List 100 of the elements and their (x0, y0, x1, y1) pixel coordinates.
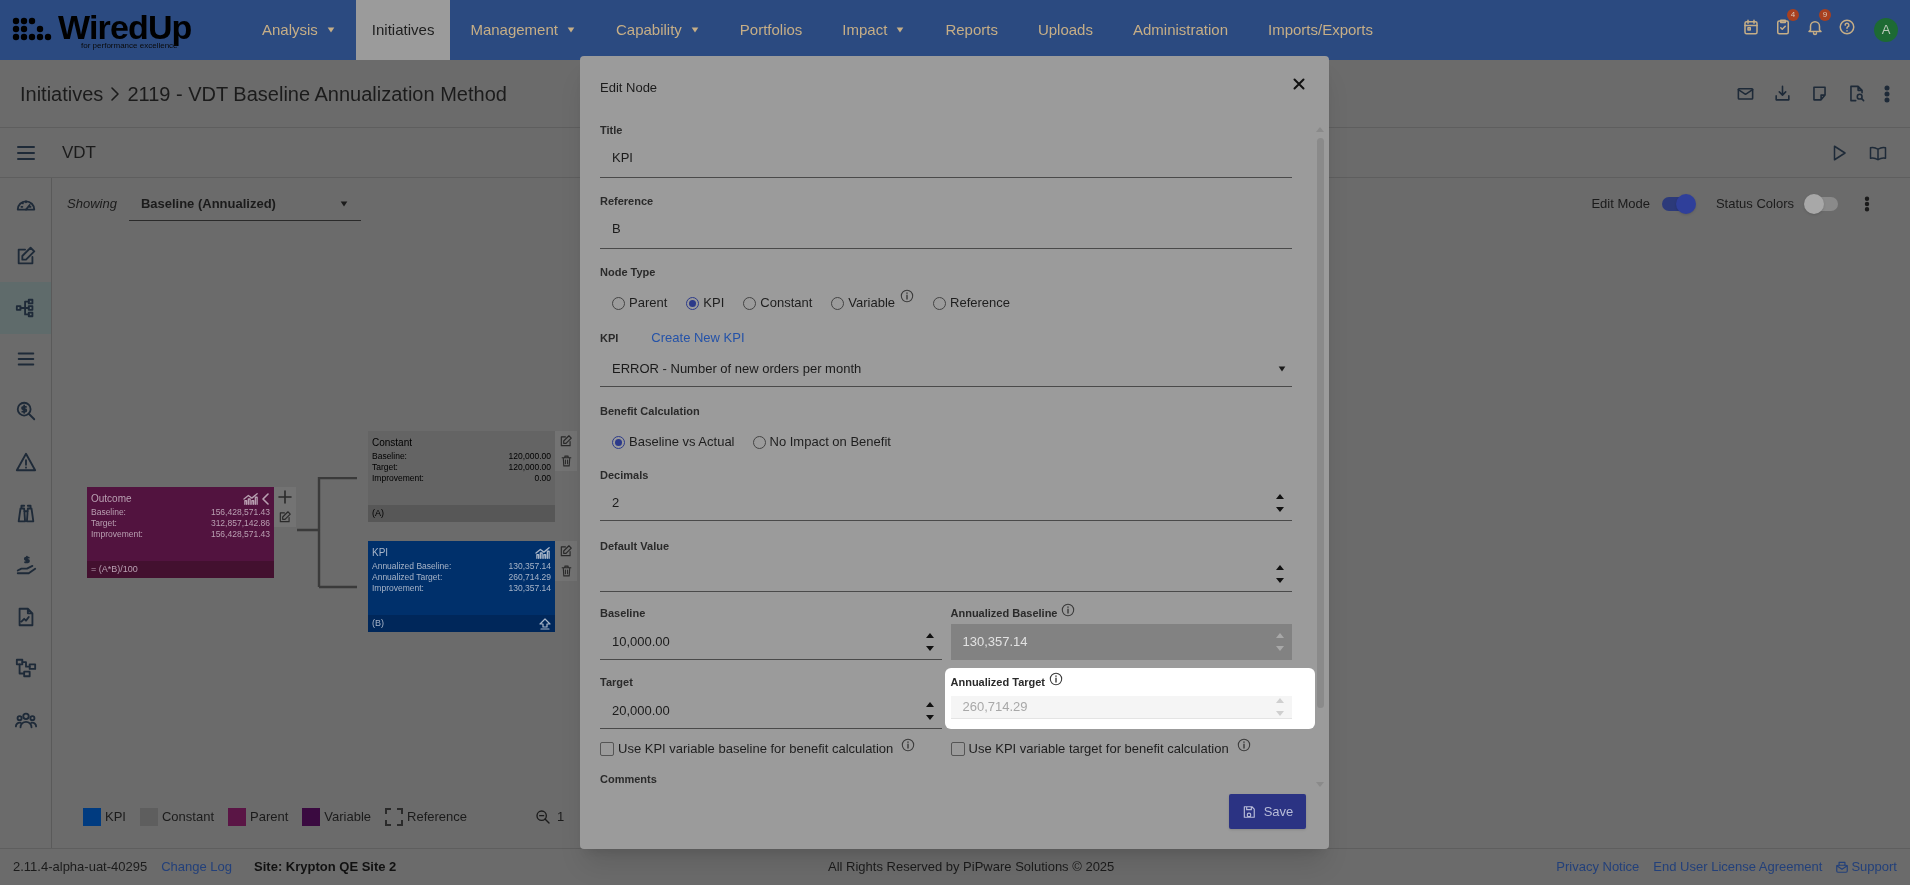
node-row-value: 120,000.00 (508, 462, 551, 473)
toolbar-button[interactable] (1773, 84, 1792, 103)
toolbar-button[interactable] (1847, 84, 1866, 103)
more-button[interactable] (1864, 196, 1870, 212)
field-label: Node Type (600, 265, 657, 280)
edit-button[interactable] (559, 434, 573, 448)
save-button[interactable]: Save (1229, 794, 1306, 829)
nav-tab[interactable]: Imports/Exports (1248, 0, 1394, 60)
edit-icon (559, 434, 573, 448)
node-row-label: Improvement: (372, 473, 424, 484)
node-row-value: 156,428,571.43 (210, 507, 270, 518)
number-field[interactable]: 20,000.00 (600, 693, 942, 729)
checkbox[interactable] (600, 741, 614, 756)
sidebar-button[interactable] (0, 282, 51, 334)
avatar[interactable]: A (1874, 18, 1898, 42)
radio-option[interactable]: Variable (831, 293, 896, 313)
node-row-label: Baseline: (372, 451, 407, 462)
node-row-label: Baseline: (91, 507, 126, 518)
zoom-level: 1 (557, 808, 565, 827)
toolbar-button[interactable] (1810, 84, 1829, 103)
download-icon (1773, 84, 1792, 103)
more-button[interactable] (1884, 84, 1890, 103)
number-field[interactable]: 10,000.00 (600, 624, 942, 660)
field-label: Target (600, 674, 633, 690)
node-row-label: Improvement: (91, 529, 143, 540)
node-row-value: 260,714.29 (508, 572, 551, 583)
more-icon (1884, 84, 1890, 103)
nav-tab[interactable]: Uploads (1017, 0, 1113, 60)
legend-label: Variable (324, 808, 372, 827)
breadcrumb-link[interactable]: Initiatives (20, 78, 104, 109)
nav-tab[interactable]: Portfolios (719, 0, 823, 60)
spinner-icon (1275, 696, 1285, 718)
node-formula: (A) (372, 506, 384, 520)
warning-icon (14, 451, 37, 474)
support-icon (1835, 860, 1850, 874)
radio-option[interactable]: Parent (612, 293, 668, 313)
menu-icon (16, 143, 36, 162)
showing-dropdown[interactable]: Baseline (Annualized) (128, 187, 361, 221)
node-row-value: 156,428,571.43 (210, 529, 270, 540)
radio-option[interactable]: Reference (933, 293, 1011, 313)
field-label: Decimals (600, 468, 650, 483)
field-label: Comments (600, 771, 658, 787)
node-card[interactable]: Constant Baseline: 120,000.00 Target: 120,000.00 Improvement: 0.00 (A) (368, 431, 555, 522)
radio-option[interactable]: Baseline vs Actual (612, 432, 735, 452)
field-label: Baseline (600, 605, 646, 621)
radio-option[interactable]: Constant (743, 293, 813, 313)
nav-tab[interactable]: Analysis (242, 0, 356, 60)
kpi-select[interactable]: ERROR - Number of new orders per month (600, 351, 1292, 387)
caret-icon (689, 25, 700, 35)
nav-tab[interactable]: Administration (1112, 0, 1248, 60)
breadcrumb-current: 2119 - VDT Baseline Annualization Method (127, 81, 507, 107)
caret-icon (325, 25, 336, 35)
collapse-icon (262, 492, 270, 505)
close-button[interactable] (1293, 78, 1305, 90)
add-button[interactable] (278, 490, 292, 504)
radio-option[interactable]: KPI (686, 293, 725, 313)
node-card[interactable]: Outcome Baseline: 156,428,571.43 Target: 312,857,142.86 Improvement: 156,428,571.43 = (A*B)/100 (87, 487, 274, 578)
toggle-switch[interactable] (1806, 197, 1838, 211)
radio-option[interactable]: No Impact on Benefit (752, 432, 891, 452)
number-field[interactable]: 2 (600, 485, 1292, 521)
legend-label: KPI (105, 808, 126, 827)
node-row-value: 0.00 (534, 473, 551, 484)
field-label: Benefit Calculation (600, 404, 701, 419)
icon-button[interactable] (1774, 17, 1792, 36)
node-formula: (B) (372, 616, 384, 630)
node-title: KPI (372, 546, 389, 560)
page-title: VDT (62, 141, 96, 164)
scrollbar[interactable] (1315, 126, 1325, 788)
notification-badge: 9 (1819, 8, 1831, 21)
trash-icon (559, 564, 573, 578)
node-row-value: 120,000.00 (508, 451, 551, 462)
number-field: 260,714.29 (950, 696, 1292, 719)
icon-button[interactable] (1742, 17, 1760, 36)
node-row-value: 130,357.14 (508, 561, 551, 572)
nav-tab[interactable]: Initiatives (355, 0, 451, 60)
input-field[interactable]: B (600, 209, 1292, 249)
node-card[interactable]: KPI Annualized Baseline: 130,357.14 Annualized Target: 260,714.29 Improvement: 130,357.14 (B) (368, 541, 555, 632)
zoom-out-button[interactable] (535, 809, 552, 825)
node-row-label: Target: (372, 462, 398, 473)
node-title: Outcome (91, 492, 132, 506)
checkbox[interactable] (950, 741, 965, 756)
toggle-switch[interactable] (1661, 197, 1694, 211)
icon-button[interactable] (1838, 17, 1856, 36)
toggle-label: Edit Mode (1591, 195, 1650, 214)
nav-tab[interactable]: Reports (925, 0, 1018, 60)
delete-button[interactable] (559, 564, 573, 578)
field-label: Annualized Target (950, 674, 1046, 690)
create-kpi-link[interactable]: Create New KPI (651, 328, 745, 348)
node-row-label: Improvement: (372, 583, 424, 594)
node-row-value: 312,857,142.86 (210, 518, 270, 529)
legend-label: Reference (407, 808, 468, 827)
field-label: Default Value (600, 539, 671, 554)
save-icon (1241, 804, 1256, 819)
flowchart-icon (14, 657, 37, 680)
node-row-value: 130,357.14 (508, 583, 551, 594)
edit-button[interactable] (278, 510, 292, 524)
edit-button[interactable] (559, 544, 573, 558)
input-field[interactable]: KPI (600, 138, 1292, 178)
delete-button[interactable] (559, 454, 573, 468)
notification-badge: 4 (1787, 8, 1799, 21)
